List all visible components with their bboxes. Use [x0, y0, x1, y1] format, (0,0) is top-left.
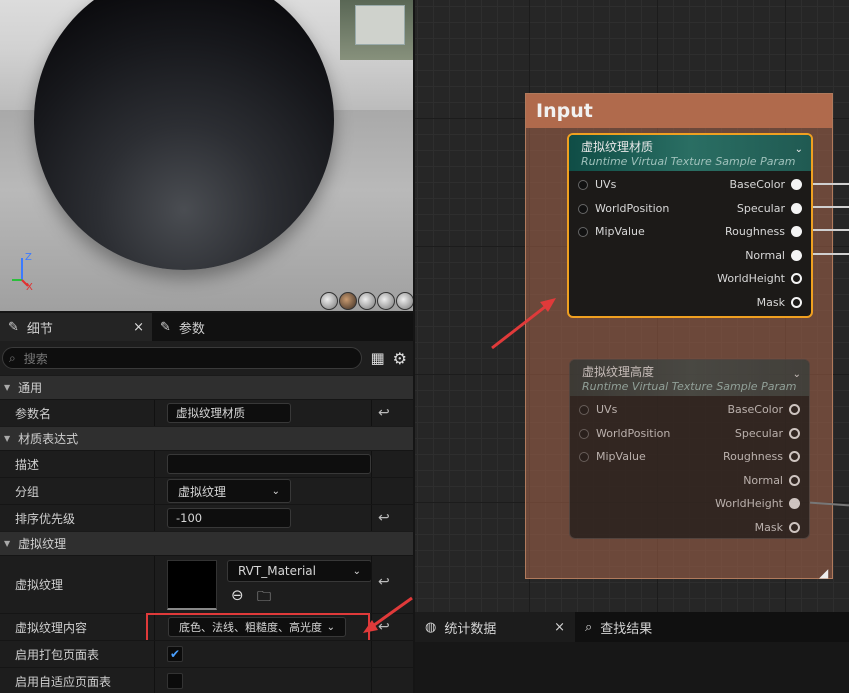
tab-stats[interactable]: ◍ 统计数据 × [415, 612, 575, 642]
bottom-panel: ◍ 统计数据 × ⌕ 查找结果 [415, 612, 849, 693]
annotation-arrow-graph [491, 301, 551, 350]
bottom-tabbar: ◍ 统计数据 × ⌕ 查找结果 [415, 612, 849, 642]
stats-icon: ◍ [425, 619, 437, 635]
search-icon: ⌕ [585, 619, 593, 635]
tab-find-results[interactable]: ⌕ 查找结果 [575, 612, 662, 642]
arrow-head-icon [363, 620, 378, 633]
annotation-arrows [363, 298, 556, 633]
close-icon[interactable]: × [554, 620, 565, 635]
tab-find-results-label: 查找结果 [600, 621, 653, 637]
tab-stats-label: 统计数据 [444, 621, 497, 637]
annotation-arrow-details [369, 596, 413, 630]
